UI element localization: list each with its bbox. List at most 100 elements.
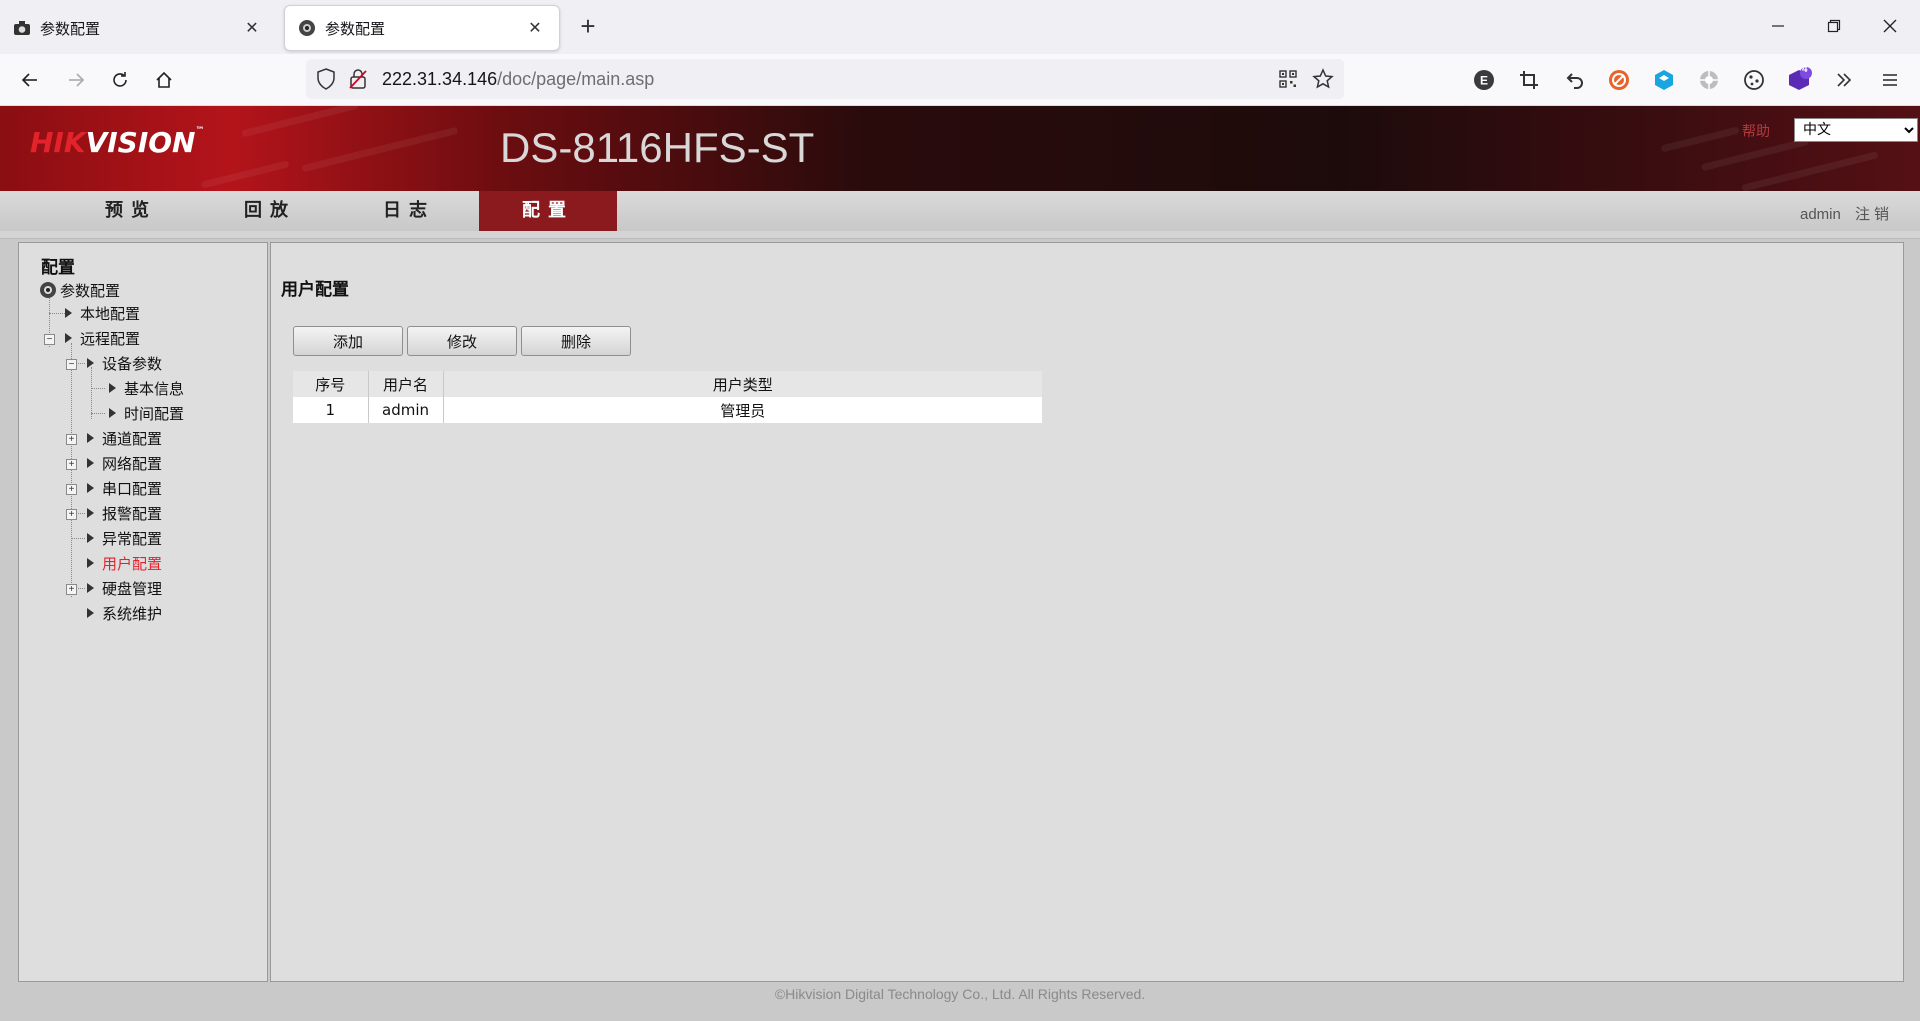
extension-badge-count: 4 — [1802, 64, 1808, 75]
block-extension-icon[interactable] — [1605, 66, 1633, 94]
cube-extension-icon[interactable] — [1650, 66, 1678, 94]
table-header-row: 序号 用户名 用户类型 — [293, 371, 1042, 397]
bookmark-star-icon[interactable] — [1312, 68, 1334, 94]
hamburger-menu-icon[interactable] — [1876, 66, 1904, 94]
column-header-index: 序号 — [293, 371, 369, 397]
expand-arrow-icon — [87, 358, 94, 368]
camera-icon — [297, 18, 317, 38]
tree-device-params[interactable]: 设备参数 — [87, 353, 162, 373]
forward-icon[interactable] — [60, 64, 92, 96]
device-web-page: HIKVISION™ DS-8116HFS-ST 帮助 中文 预览 回放 日志 … — [0, 106, 1920, 1021]
close-window-icon[interactable] — [1872, 10, 1908, 42]
expand-arrow-icon — [87, 533, 94, 543]
user-info: admin 注销 — [1800, 203, 1903, 224]
insecure-lock-icon[interactable] — [348, 68, 368, 94]
svg-text:E: E — [1480, 74, 1488, 88]
tab-title: 参数配置 — [40, 20, 101, 38]
expand-arrow-icon — [87, 558, 94, 568]
expand-arrow-icon — [87, 608, 94, 618]
expand-arrow-icon — [87, 433, 94, 443]
device-model-title: DS-8116HFS-ST — [500, 124, 815, 171]
expand-arrow-icon — [87, 483, 94, 493]
tree-network-config[interactable]: 网络配置 — [87, 453, 162, 473]
url-path: /doc/page/main.asp — [497, 69, 655, 89]
tree-local-config[interactable]: 本地配置 — [65, 303, 140, 323]
language-select[interactable]: 中文 — [1794, 118, 1918, 142]
grey-extension-icon[interactable] — [1695, 66, 1723, 94]
table-row[interactable]: 1 admin 管理员 — [293, 397, 1042, 423]
tree-time-config[interactable]: 时间配置 — [109, 403, 184, 423]
browser-tab-1[interactable]: 参数配置 ✕ — [0, 5, 276, 51]
header-banner: HIKVISION™ DS-8116HFS-ST 帮助 中文 — [0, 106, 1920, 191]
help-link[interactable]: 帮助 — [1742, 121, 1770, 141]
url-host: 222.31.34.146 — [382, 69, 498, 89]
expand-arrow-icon — [65, 308, 72, 318]
column-header-username: 用户名 — [368, 371, 444, 397]
address-bar[interactable]: 222.31.34.146/doc/page/main.asp — [306, 59, 1344, 99]
tree-root[interactable]: 参数配置 — [39, 280, 120, 300]
delete-user-button[interactable]: 删除 — [521, 326, 631, 356]
nav-divider — [0, 231, 1920, 239]
browser-tab-2-active[interactable]: 参数配置 ✕ — [284, 5, 560, 51]
extension-e-icon[interactable]: E — [1470, 66, 1498, 94]
minimize-icon[interactable] — [1760, 10, 1796, 42]
expand-arrow-icon — [87, 458, 94, 468]
browser-toolbar: 222.31.34.146/doc/page/main.asp E 4 — [0, 54, 1920, 106]
expand-arrow-icon — [65, 333, 72, 343]
tree-disk-management[interactable]: 硬盘管理 — [87, 578, 162, 598]
back-icon[interactable] — [14, 64, 46, 96]
expand-plus-icon[interactable]: + — [66, 584, 77, 595]
camera-icon — [39, 281, 57, 299]
nav-log[interactable]: 日志 — [340, 191, 478, 231]
column-header-user-type: 用户类型 — [443, 371, 1042, 397]
expand-plus-icon[interactable]: + — [66, 434, 77, 445]
collapse-minus-icon[interactable]: − — [66, 359, 77, 370]
tree-remote-config[interactable]: 远程配置 — [65, 328, 140, 348]
tree-user-config[interactable]: 用户配置 — [87, 553, 162, 573]
tree-serial-config[interactable]: 串口配置 — [87, 478, 162, 498]
expand-arrow-icon — [87, 583, 94, 593]
collapse-minus-icon[interactable]: − — [44, 334, 55, 345]
expand-plus-icon[interactable]: + — [66, 484, 77, 495]
cookie-icon[interactable] — [1740, 66, 1768, 94]
cell-index: 1 — [293, 397, 369, 423]
crop-icon[interactable] — [1515, 66, 1543, 94]
camera-icon — [12, 18, 32, 38]
qr-code-icon[interactable] — [1278, 69, 1298, 93]
home-icon[interactable] — [148, 64, 180, 96]
tree-alarm-config[interactable]: 报警配置 — [87, 503, 162, 523]
config-tree-panel: 配置 参数配置 本地配置 − 远程配置 − 设备参数 基本信息 时间配置 + 通… — [18, 242, 268, 982]
expand-arrow-icon — [109, 408, 116, 418]
tree-basic-info[interactable]: 基本信息 — [109, 378, 184, 398]
expand-arrow-icon — [109, 383, 116, 393]
copyright-footer: ©Hikvision Digital Technology Co., Ltd. … — [774, 986, 1146, 1002]
modify-user-button[interactable]: 修改 — [407, 326, 517, 356]
hikvision-logo: HIKVISION™ — [30, 126, 205, 159]
logout-link[interactable]: 注销 — [1855, 206, 1893, 223]
undo-arrow-icon[interactable] — [1560, 66, 1588, 94]
shield-icon[interactable] — [316, 68, 336, 94]
tree-channel-config[interactable]: 通道配置 — [87, 428, 162, 448]
config-tree: 参数配置 本地配置 − 远程配置 − 设备参数 基本信息 时间配置 + 通道配置… — [19, 243, 267, 981]
tree-system-maintenance[interactable]: 系统维护 — [87, 603, 162, 623]
nav-playback[interactable]: 回放 — [201, 191, 339, 231]
new-tab-button[interactable]: + — [574, 13, 602, 41]
main-nav: 预览 回放 日志 配置 admin 注销 — [0, 191, 1920, 231]
url-text[interactable]: 222.31.34.146/doc/page/main.asp — [382, 69, 654, 90]
extension-badge-icon[interactable]: 4 — [1785, 64, 1813, 94]
current-user: admin — [1800, 206, 1841, 223]
reload-icon[interactable] — [104, 64, 136, 96]
close-tab-icon[interactable]: ✕ — [240, 16, 264, 40]
nav-preview[interactable]: 预览 — [62, 191, 200, 231]
tree-exception-config[interactable]: 异常配置 — [87, 528, 162, 548]
expand-plus-icon[interactable]: + — [66, 509, 77, 520]
nav-config[interactable]: 配置 — [479, 191, 617, 231]
restore-icon[interactable] — [1816, 10, 1852, 42]
close-tab-icon[interactable]: ✕ — [523, 16, 547, 40]
overflow-chevron-icon[interactable] — [1830, 66, 1858, 94]
expand-plus-icon[interactable]: + — [66, 459, 77, 470]
add-user-button[interactable]: 添加 — [293, 326, 403, 356]
content-panel: 用户配置 添加 修改 删除 序号 用户名 用户类型 1 admin 管理员 — [270, 242, 1904, 982]
cell-username: admin — [368, 397, 444, 423]
browser-tab-strip: 参数配置 ✕ 参数配置 ✕ + — [0, 0, 1920, 54]
